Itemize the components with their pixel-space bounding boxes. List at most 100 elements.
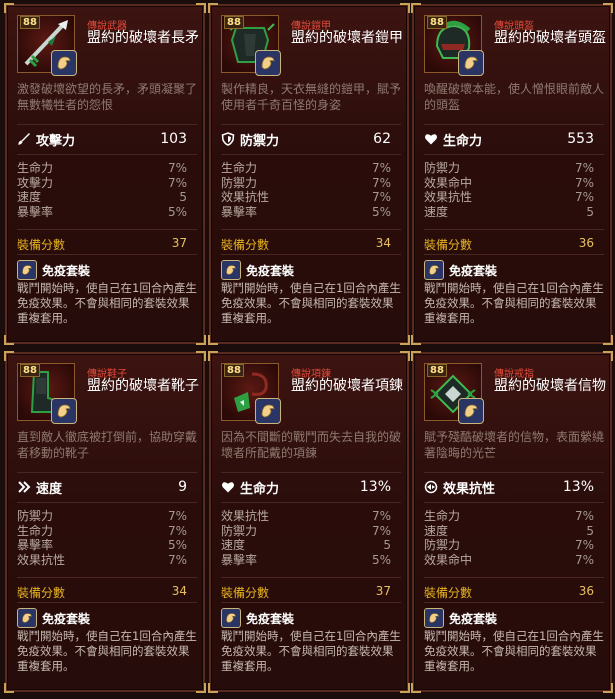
substat-row: 生命力 7% — [17, 524, 187, 539]
main-stat: 攻擊力 103 — [17, 128, 187, 150]
substat-label: 防禦力 — [424, 538, 461, 552]
substat-row: 速度 5 — [424, 524, 594, 539]
substat-list: 生命力 7% 速度 5 防禦力 7% 效果命中 7% — [424, 509, 594, 567]
shield-icon — [221, 132, 235, 146]
frame-corner — [208, 683, 218, 693]
divider — [424, 602, 604, 603]
substat-label: 速度 — [17, 190, 42, 204]
equipment-card[interactable]: 88 傳說頭盔 盟約的破壞者頭盔 喚醒破壞本能，使人憎恨眼前敵人的頭盔 生命力 … — [411, 3, 613, 345]
speed-icon — [17, 480, 31, 494]
main-stat-value: 9 — [178, 479, 187, 495]
heart-icon — [221, 480, 235, 494]
immunity-set-icon — [424, 260, 444, 280]
substat-value: 7% — [574, 161, 594, 175]
main-stat-label: 攻擊力 — [36, 133, 76, 149]
gear-score: 裝備分數 36 — [424, 236, 594, 253]
gear-score-value: 37 — [375, 584, 391, 598]
frame-corner — [411, 351, 421, 361]
substat-label: 生命力 — [424, 509, 461, 523]
equipment-card[interactable]: 88 傳說鞋子 盟約的破壞者靴子 直到敵人徹底被打倒前，協助穿戴者移動的靴子 速… — [4, 351, 206, 693]
substat-value: 7% — [167, 161, 187, 175]
substat-row: 暴擊率 5% — [17, 538, 187, 553]
set-description: 戰鬥開始時，使自己在1回合內產生免疫效果。不會與相同的套裝效果重複套用。 — [17, 281, 197, 325]
substat-label: 暴擊率 — [17, 204, 54, 219]
substat-value: 7% — [371, 523, 391, 538]
substat-row: 效果抗性 7% — [221, 509, 391, 524]
substat-row: 速度 5 — [424, 205, 594, 220]
main-stat: 防禦力 62 — [221, 128, 391, 150]
item-level: 88 — [224, 16, 244, 29]
substat-row: 防禦力 7% — [17, 509, 187, 524]
main-stat-value: 553 — [567, 131, 594, 147]
gear-score: 裝備分數 37 — [221, 584, 391, 601]
divider — [424, 229, 604, 230]
item-name: 盟約的破壞者信物 — [494, 378, 606, 394]
item-level: 88 — [427, 364, 447, 377]
immunity-set-icon — [424, 608, 444, 628]
divider — [17, 229, 197, 230]
set-effect: 免疫套裝 — [424, 608, 497, 628]
substat-value: 7% — [371, 509, 391, 523]
substat-label: 效果命中 — [424, 175, 473, 190]
set-effect: 免疫套裝 — [221, 608, 294, 628]
frame-corner — [196, 335, 206, 345]
substat-value: 5% — [167, 204, 187, 219]
equipment-card[interactable]: 88 傳說戒指 盟約的破壞者信物 賦予殘酷破壞者的信物，表面縈繞著陰晦的光芒 效… — [411, 351, 613, 693]
set-name: 免疫套裝 — [42, 263, 91, 278]
set-description: 戰鬥開始時，使自己在1回合內產生免疫效果。不會與相同的套裝效果重複套用。 — [221, 281, 401, 325]
frame-corner — [208, 335, 218, 345]
divider — [17, 502, 197, 503]
main-stat-label: 生命力 — [240, 481, 280, 497]
substat-list: 效果抗性 7% 防禦力 7% 速度 5 暴擊率 5% — [221, 509, 391, 567]
frame-corner — [603, 351, 613, 361]
main-stat-label: 防禦力 — [240, 133, 280, 149]
substat-value: 7% — [574, 509, 594, 523]
equipment-card[interactable]: 88 傳說鎧甲 盟約的破壞者鎧甲 製作精良，天衣無縫的鎧甲，賦予使用者千奇百怪的… — [208, 3, 410, 345]
main-stat-value: 62 — [373, 131, 391, 147]
divider — [424, 502, 604, 503]
substat-row: 速度 5 — [221, 538, 391, 553]
main-stat-label: 生命力 — [443, 133, 483, 149]
substat-row: 防禦力 7% — [424, 538, 594, 553]
frame-corner — [4, 683, 14, 693]
divider — [17, 254, 197, 255]
main-stat: 速度 9 — [17, 476, 187, 498]
frame-corner — [411, 335, 421, 345]
substat-label: 攻擊力 — [17, 175, 54, 190]
substat-label: 防禦力 — [424, 161, 461, 175]
equipment-card[interactable]: 88 傳說武器 盟約的破壞者長矛 激發破壞欲望的長矛，矛頭凝聚了無數犧牲者的怨恨… — [4, 3, 206, 345]
equipment-card[interactable]: 88 傳說項鍊 盟約的破壞者項鍊 因為不間斷的戰鬥而失去自我的破壞者所配戴的項鍊… — [208, 351, 410, 693]
set-description: 戰鬥開始時，使自己在1回合內產生免疫效果。不會與相同的套裝效果重複套用。 — [17, 629, 197, 673]
frame-corner — [603, 3, 613, 13]
gear-score-label: 裝備分數 — [221, 238, 270, 252]
substat-label: 暴擊率 — [221, 552, 258, 567]
sword-icon — [17, 132, 31, 146]
substat-label: 效果抗性 — [221, 509, 270, 523]
substat-list: 防禦力 7% 效果命中 7% 效果抗性 7% 速度 5 — [424, 161, 594, 219]
divider — [17, 154, 197, 155]
item-description: 喚醒破壞本能，使人憎恨眼前敵人的頭盔 — [424, 82, 605, 112]
gear-score-label: 裝備分數 — [221, 586, 270, 600]
substat-row: 暴擊率 5% — [221, 205, 391, 220]
substat-row: 生命力 7% — [221, 161, 391, 176]
substat-value: 5 — [179, 190, 187, 204]
substat-label: 速度 — [221, 538, 246, 552]
frame-corner — [196, 683, 206, 693]
set-effect: 免疫套裝 — [17, 260, 90, 280]
set-icon — [51, 398, 77, 424]
substat-value: 5% — [167, 538, 187, 552]
frame-corner — [400, 683, 410, 693]
main-stat-value: 103 — [160, 131, 187, 147]
set-effect: 免疫套裝 — [17, 608, 90, 628]
substat-label: 生命力 — [221, 161, 258, 175]
set-name: 免疫套裝 — [42, 611, 91, 626]
substat-row: 效果抗性 7% — [221, 190, 391, 205]
frame-corner — [196, 3, 206, 13]
substat-label: 速度 — [424, 204, 449, 219]
main-stat-value: 13% — [359, 479, 391, 495]
gear-score: 裝備分數 36 — [424, 584, 594, 601]
divider — [424, 154, 604, 155]
substat-value: 5% — [371, 552, 391, 567]
frame-corner — [400, 335, 410, 345]
item-level: 88 — [20, 16, 40, 29]
